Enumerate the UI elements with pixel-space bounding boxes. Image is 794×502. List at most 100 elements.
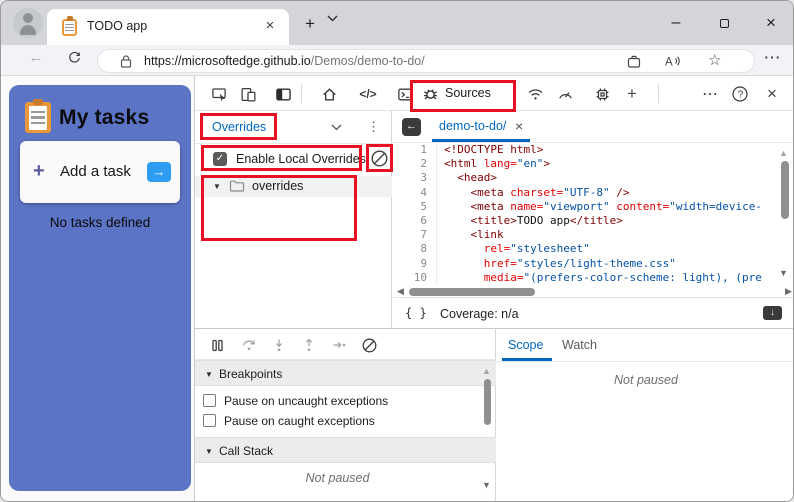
pause-script-icon[interactable]: [205, 333, 229, 357]
code-line[interactable]: 10 media="(prefers-color-scheme: light),…: [393, 270, 777, 285]
pause-caught-row[interactable]: Pause on caught exceptions: [203, 411, 483, 431]
code-line[interactable]: 3 <head>: [393, 171, 777, 186]
help-icon[interactable]: ?: [727, 81, 753, 107]
pause-caught-checkbox[interactable]: [203, 414, 216, 427]
performance-gauge-icon[interactable]: [552, 81, 578, 107]
browser-titlebar: TODO app × + – ×: [1, 1, 793, 45]
breakpoints-section-header[interactable]: ▼ Breakpoints: [195, 360, 496, 386]
line-number[interactable]: 10: [393, 270, 437, 285]
welcome-home-icon[interactable]: [316, 81, 342, 107]
layout-panel-icon[interactable]: [270, 81, 296, 107]
elements-tab-icon[interactable]: </>: [355, 81, 381, 107]
line-number[interactable]: 9: [393, 256, 437, 271]
address-bar[interactable]: https://microsoftedge.github.io/Demos/de…: [97, 48, 755, 73]
more-tools-plus-button[interactable]: +: [619, 81, 645, 107]
toolbar-separator: [301, 84, 302, 103]
memory-chip-icon[interactable]: [589, 81, 615, 107]
dock-download-icon[interactable]: ↓: [763, 306, 782, 320]
code-area[interactable]: 1 <!DOCTYPE html> 2 <html lang="en"> 3 <head…: [393, 143, 777, 285]
tab-sources[interactable]: Sources: [413, 76, 513, 111]
profile-avatar[interactable]: [13, 8, 43, 38]
add-task-card[interactable]: + Add a task →: [20, 141, 180, 203]
close-devtools-button[interactable]: ×: [759, 81, 785, 107]
horizontal-scrollbar-thumb[interactable]: [409, 288, 535, 296]
submit-task-button[interactable]: →: [147, 162, 171, 182]
url-text[interactable]: https://microsoftedge.github.io/Demos/de…: [144, 50, 425, 72]
tab-watch[interactable]: Watch: [562, 338, 597, 352]
pretty-print-icon[interactable]: { }: [405, 306, 427, 320]
sources-navigator-pane: Overrides ⋮ ✓ Enable Local Overrides ▼ o…: [195, 111, 393, 328]
code-token: <title>: [470, 213, 517, 227]
kebab-menu-icon[interactable]: ⋮: [367, 119, 380, 135]
new-tab-button[interactable]: +: [297, 14, 323, 34]
enable-overrides-checkbox[interactable]: ✓: [213, 152, 227, 166]
scrollbar-up-icon[interactable]: ▲: [779, 149, 788, 158]
clear-overrides-icon[interactable]: [370, 149, 389, 168]
refresh-button[interactable]: [63, 47, 85, 69]
tab-close-icon[interactable]: ×: [261, 17, 279, 35]
line-number[interactable]: 7: [393, 228, 437, 243]
tab-list-chevron-icon[interactable]: [327, 15, 353, 35]
browser-tab-active[interactable]: TODO app ×: [47, 9, 289, 45]
code-line[interactable]: 2 <html lang="en">: [393, 157, 777, 172]
step-icon[interactable]: [327, 333, 351, 357]
window-close-button[interactable]: ×: [758, 13, 784, 33]
code-token: name=: [503, 199, 544, 213]
tree-caret-icon[interactable]: ▼: [213, 182, 221, 191]
step-into-icon[interactable]: [267, 333, 291, 357]
deactivate-breakpoints-icon[interactable]: [357, 333, 381, 357]
line-number[interactable]: 1: [393, 143, 437, 158]
line-number[interactable]: 2: [393, 157, 437, 172]
workspace-briefcase-icon[interactable]: [626, 54, 642, 69]
enable-overrides-label[interactable]: Enable Local Overrides: [236, 152, 366, 166]
scrollbar-right-icon[interactable]: ▶: [785, 287, 792, 296]
scrollbar-down-icon[interactable]: ▼: [482, 481, 491, 490]
url-path: /Demos/demo-to-do/: [310, 53, 425, 68]
call-stack-section-header[interactable]: ▼ Call Stack: [195, 437, 496, 463]
line-number[interactable]: 8: [393, 242, 437, 257]
settings-menu-button[interactable]: ⋯: [761, 47, 783, 69]
code-line[interactable]: 7 <link: [393, 228, 777, 243]
code-line[interactable]: 1 <!DOCTYPE html>: [393, 143, 777, 158]
scrollbar-down-icon[interactable]: ▼: [779, 269, 788, 278]
code-line[interactable]: 4 <meta charset="UTF-8" />: [393, 185, 777, 200]
editor-tab-close-icon[interactable]: ×: [515, 118, 523, 134]
navigator-header: Overrides ⋮: [195, 111, 392, 144]
scrollbar-up-icon[interactable]: ▲: [482, 367, 491, 376]
pause-uncaught-checkbox[interactable]: [203, 394, 216, 407]
window-minimize-button[interactable]: –: [663, 13, 689, 33]
line-number[interactable]: 6: [393, 213, 437, 229]
device-emulation-icon[interactable]: [235, 81, 261, 107]
step-over-icon[interactable]: [237, 333, 261, 357]
customize-devtools-button[interactable]: ⋯: [697, 81, 723, 107]
show-navigator-icon[interactable]: ←: [402, 118, 421, 136]
tab-scope[interactable]: Scope: [508, 338, 543, 352]
window-maximize-button[interactable]: [711, 13, 737, 33]
vertical-scrollbar-thumb[interactable]: [484, 379, 491, 425]
pause-uncaught-row[interactable]: Pause on uncaught exceptions: [203, 391, 483, 411]
inspect-element-icon[interactable]: [206, 81, 232, 107]
chevron-down-icon[interactable]: [331, 124, 342, 131]
line-number[interactable]: 5: [393, 199, 437, 214]
code-line[interactable]: 9 href="styles/light-theme.css": [393, 256, 777, 271]
code-line[interactable]: 8 rel="stylesheet": [393, 242, 777, 257]
overrides-dropdown[interactable]: Overrides: [212, 120, 266, 134]
vertical-scrollbar-thumb[interactable]: [781, 161, 789, 219]
page-title: My tasks: [59, 106, 150, 129]
line-number[interactable]: 4: [393, 185, 437, 200]
code-line[interactable]: 5 <meta name="viewport" content="width=d…: [393, 199, 777, 214]
favorites-star-icon[interactable]: ☆: [708, 51, 721, 69]
empty-tasks-message: No tasks defined: [49, 215, 151, 230]
step-out-icon[interactable]: [297, 333, 321, 357]
code-line[interactable]: 6 <title>TODO app</title>: [393, 213, 777, 229]
line-number[interactable]: 3: [393, 171, 437, 186]
scrollbar-left-icon[interactable]: ◀: [397, 287, 404, 296]
lock-icon[interactable]: [120, 54, 132, 68]
code-token: "viewport": [543, 199, 610, 213]
network-wifi-icon[interactable]: [522, 81, 548, 107]
read-aloud-icon[interactable]: A: [664, 53, 681, 69]
back-button[interactable]: ←: [25, 47, 47, 69]
toolbar-separator: [658, 84, 659, 103]
editor-tab-label[interactable]: demo-to-do/: [439, 119, 506, 133]
overrides-folder-row[interactable]: ▼ overrides: [195, 176, 392, 197]
